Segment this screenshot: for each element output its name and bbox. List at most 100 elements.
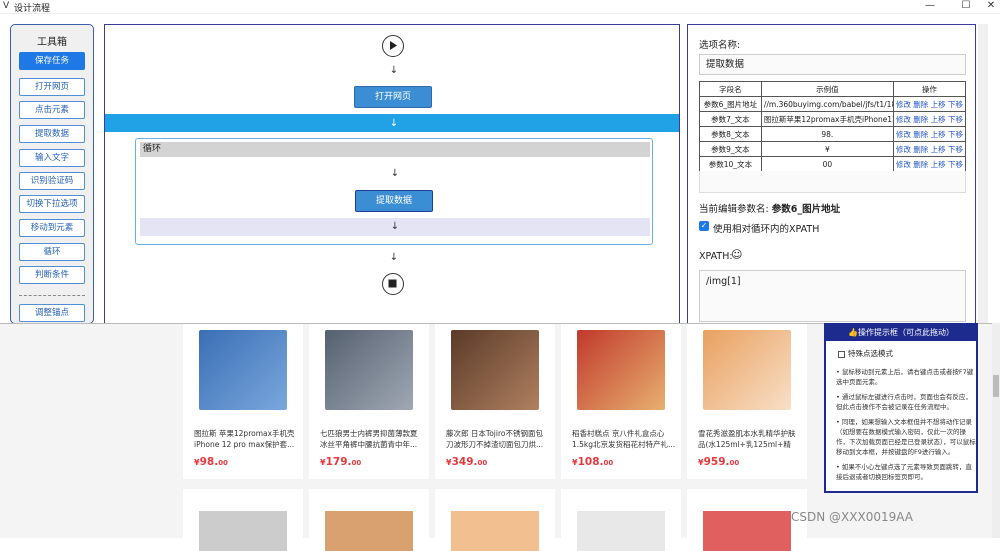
close-button[interactable]: ✕ [978,0,1000,13]
product-card[interactable] [309,489,429,551]
loop-button[interactable]: 循环 [19,243,85,261]
toolbox-panel: 工具箱 保存任务 打开网页 点击元素 提取数据 输入文字 识别验证码 切换下拉选… [10,24,94,324]
table-row[interactable]: 参数6_图片地址//m.360buyimg.com/babel/jfs/t1/1… [699,96,967,112]
product-card[interactable]: 雪花秀滋盈肌本水乳精华护肤品(水125ml+乳125ml+精华... ¥959.… [687,324,807,479]
product-image[interactable] [577,330,665,410]
product-card[interactable] [183,489,303,551]
product-title[interactable]: 藤次郎 日本Tojiro不锈钢面包刀波形刀不掉渣切面包刀烘... [446,428,550,450]
product-card[interactable]: 藤次郎 日本Tojiro不锈钢面包刀波形刀不掉渣切面包刀烘... ¥349.00 [435,324,555,479]
table-header: 字段名 [699,81,762,97]
product-image[interactable] [703,511,791,551]
condition-button[interactable]: 判断条件 [19,266,85,284]
product-title[interactable]: 稻香村糕点 京八件礼盒点心 1.5kg北京发货稻花村特产礼... [572,428,676,450]
maximize-button[interactable]: ☐ [953,0,979,13]
browser-scrollbar[interactable] [992,323,1000,538]
minimize-button[interactable]: — [917,0,943,13]
product-image[interactable] [703,330,791,410]
operation-tips-box[interactable]: 👍操作提示框（可点此拖动） 特殊点选模式 • 鼠标移动到元素上后，请右键点击或者… [824,323,978,493]
start-node[interactable] [382,35,404,57]
product-title[interactable]: 雪花秀滋盈肌本水乳精华护肤品(水125ml+乳125ml+精华... [698,428,802,450]
field-ops[interactable]: 修改 删除 上移 下移 [892,141,967,157]
extract-data-button[interactable]: 提取数据 [19,125,85,143]
current-param-value: 参数6_图片地址 [771,204,841,215]
options-scrollbar[interactable] [978,24,988,324]
table-row[interactable]: 参数10_文本 00 修改 删除 上移 下移 [699,156,967,172]
tips-title[interactable]: 👍操作提示框（可点此拖动） [826,325,976,341]
option-name-input[interactable]: 提取数据 [699,54,966,75]
flow-canvas: ↓ 打开网页 ↓ 循环 ↓ 提取数据 ↓ ↓ [104,24,680,324]
watermark: CSDN @XXX0019AA [791,510,913,524]
special-select-label: 特殊点选模式 [848,349,893,358]
smile-icon[interactable]: ☺ [731,248,742,261]
current-param-line: 当前编辑参数名: 参数6_图片地址 [699,201,840,215]
flow-arrow: ↓ [390,168,400,179]
stop-icon [388,279,397,288]
xpath-label: XPATH: [699,251,733,262]
field-ops[interactable]: 修改 删除 上移 下移 [892,126,967,142]
input-text-button[interactable]: 输入文字 [19,149,85,167]
product-price: ¥108.00 [572,456,614,468]
product-price: ¥349.00 [446,456,488,468]
click-element-button[interactable]: 点击元素 [19,101,85,119]
loop-label: 循环 [140,142,650,157]
current-param-label: 当前编辑参数名: [699,204,769,215]
product-image[interactable] [199,330,287,410]
relative-xpath-checkbox[interactable]: ✓ [699,221,709,231]
flow-arrow: ↓ [389,252,399,263]
product-title[interactable]: 图拉斯 苹果12promax手机壳 iPhone 12 pro max保护套..… [194,428,298,450]
scrollbar-thumb[interactable] [993,375,999,397]
adjust-anchor-button[interactable]: 调整锚点 [19,304,85,322]
field-sample: ¥ [760,141,894,157]
product-image[interactable] [325,511,413,551]
play-icon [390,41,397,50]
app-logo-icon: V [3,1,10,11]
extract-data-node[interactable]: 提取数据 [355,190,433,212]
options-panel: 选项名称: 提取数据 字段名 示例值 操作 参数6_图片地址//m.360buy… [687,24,976,324]
field-table: 字段名 示例值 操作 参数6_图片地址//m.360buyimg.com/bab… [699,81,967,172]
toolbox-divider [19,295,85,296]
end-node[interactable] [382,273,404,295]
open-page-node[interactable]: 打开网页 [354,86,432,108]
open-page-button[interactable]: 打开网页 [19,78,85,96]
toolbox-title: 工具箱 [37,37,67,48]
field-name: 参数10_文本 [699,156,762,172]
table-header: 操作 [892,81,967,97]
field-sample: 98. [760,126,894,142]
field-ops[interactable]: 修改 删除 上移 下移 [892,156,967,172]
field-name: 参数9_文本 [699,141,762,157]
switch-dropdown-button[interactable]: 切换下拉选项 [19,195,85,213]
special-select-checkbox[interactable]: 特殊点选模式 [838,348,893,359]
field-name: 参数6_图片地址 [699,96,762,112]
product-card[interactable]: 图拉斯 苹果12promax手机壳 iPhone 12 pro max保护套..… [183,324,303,479]
product-image[interactable] [451,330,539,410]
product-card[interactable]: 稻香村糕点 京八件礼盒点心 1.5kg北京发货稻花村特产礼... ¥108.00 [561,324,681,479]
field-ops[interactable]: 修改 删除 上移 下移 [892,111,967,127]
tip-item: • 通过鼠标左键进行点击时，页面也会有反应，但此点击操作不会被记录在任务流程中。 [836,393,972,411]
tip-item: • 如果不小心左键点选了元素导致页面跳转，直接后退或者切换回标签页即可。 [836,463,972,481]
product-price: ¥179.00 [320,456,362,468]
table-row[interactable]: 参数8_文本 98. 修改 删除 上移 下移 [699,126,967,142]
field-name: 参数8_文本 [699,126,762,142]
field-sample: //m.360buyimg.com/babel/jfs/t1/181552/2… [760,96,894,112]
save-task-button[interactable]: 保存任务 [19,52,85,70]
product-image[interactable] [199,511,287,551]
product-card[interactable] [435,489,555,551]
field-ops[interactable]: 修改 删除 上移 下移 [892,96,967,112]
product-image[interactable] [325,330,413,410]
product-card[interactable] [561,489,681,551]
product-title[interactable]: 七匹狼男士内裤男抑菌薄款夏冰丝平角裤中腰抗菌青中年... [320,428,424,450]
option-name-label: 选项名称: [699,40,741,51]
product-card[interactable] [687,489,807,551]
product-card[interactable]: 七匹狼男士内裤男抑菌薄款夏冰丝平角裤中腰抗菌青中年... ¥179.00 [309,324,429,479]
product-image[interactable] [451,511,539,551]
product-image[interactable] [577,511,665,551]
table-row[interactable]: 参数9_文本 ¥ 修改 删除 上移 下移 [699,141,967,157]
move-to-element-button[interactable]: 移动到元素 [19,219,85,237]
captcha-button[interactable]: 识别验证码 [19,172,85,190]
field-name: 参数7_文本 [699,111,762,127]
table-header: 示例值 [760,81,894,97]
xpath-textarea[interactable]: /img[1] [699,270,966,322]
loop-block[interactable]: 循环 ↓ 提取数据 ↓ [135,138,653,245]
table-row[interactable]: 参数7_文本图拉斯苹果12promax手机壳iPhone12promax…修改 … [699,111,967,127]
table-empty-area [699,171,966,193]
